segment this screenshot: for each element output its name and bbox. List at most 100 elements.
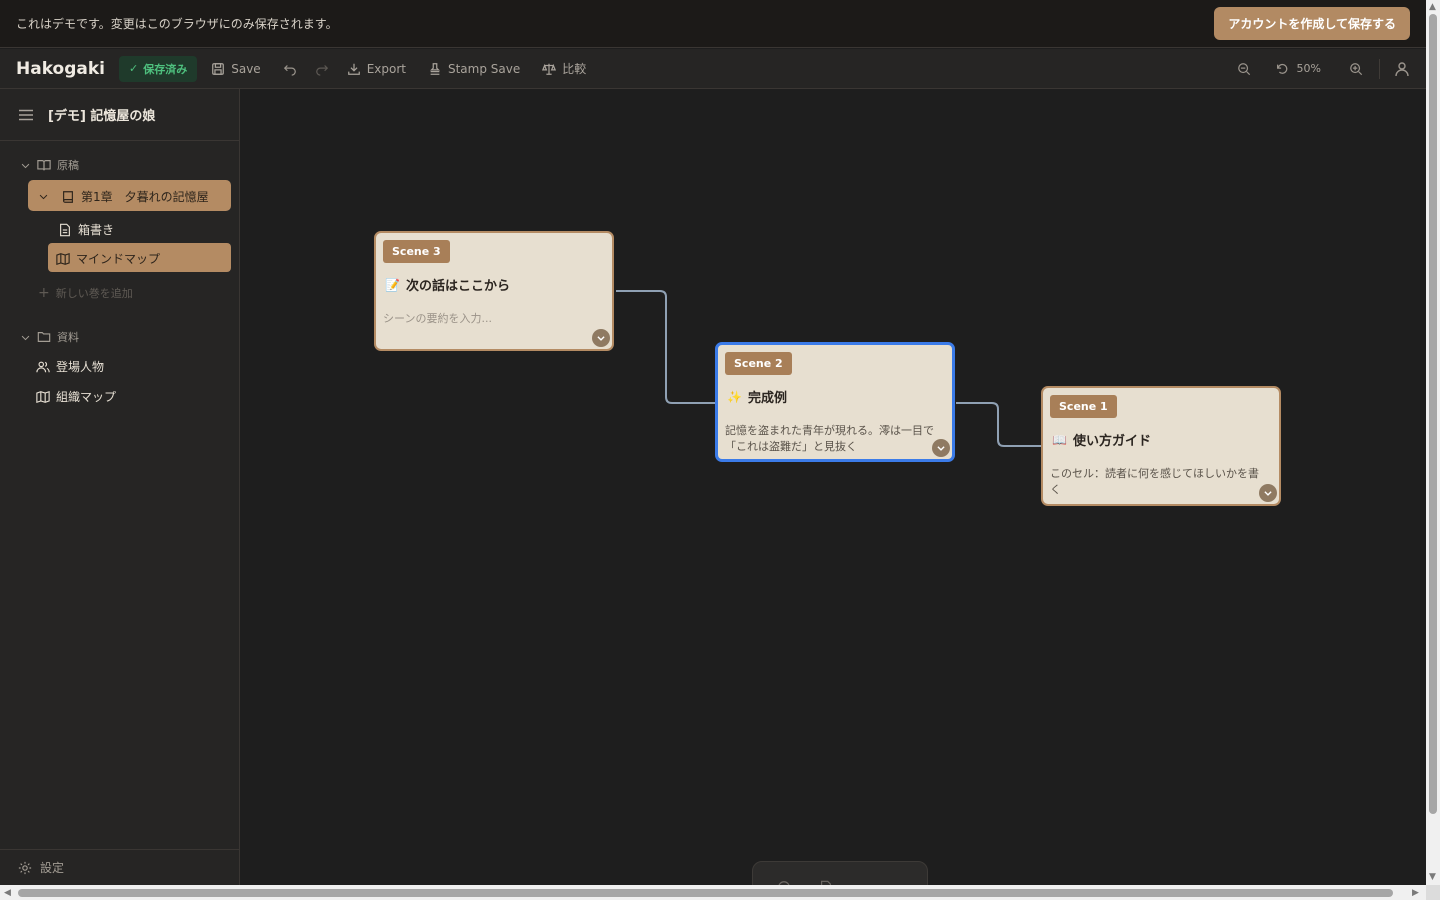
scene-tag: Scene 1	[1050, 395, 1117, 418]
save-label: Save	[231, 61, 261, 76]
tree-hakogaki[interactable]: 箱書き	[58, 221, 114, 238]
scene-summary[interactable]: 記憶を盗まれた青年が現れる。澪は一目で「これは盗難だ」と見抜く	[725, 423, 942, 455]
canvas-bottom-toolbar[interactable]	[752, 861, 928, 885]
chevron-down-icon	[21, 335, 30, 340]
tree-mindmap[interactable]: マインドマップ	[56, 250, 160, 267]
project-title: [デモ] 記憶屋の娘	[48, 109, 156, 124]
zoom-out-icon	[1237, 62, 1250, 75]
export-label: Export	[366, 61, 406, 76]
tree-manuscript[interactable]: 原稿	[20, 157, 79, 173]
expand-button[interactable]	[932, 439, 950, 457]
scene-summary[interactable]: シーンの要約を入力...	[383, 311, 602, 327]
toolbar: Hakogaki ✓ 保存済み Save Export Stamp Save 比…	[0, 49, 1426, 89]
scroll-down-arrow[interactable]: ▼	[1429, 872, 1436, 882]
scale-icon	[542, 63, 557, 75]
stamp-save-label: Stamp Save	[447, 61, 521, 76]
scene-title-text: 次の話はここから	[405, 279, 510, 294]
rotate-ccw-icon	[1276, 63, 1287, 74]
chevron-down-icon	[21, 163, 30, 168]
settings-label: 設定	[40, 861, 65, 875]
plus-icon: +	[38, 285, 50, 301]
scene-title: 📖 使い方ガイド	[1052, 430, 1151, 450]
toolbar-divider	[1379, 58, 1380, 79]
scroll-left-arrow[interactable]: ◀	[4, 888, 11, 898]
menu-icon[interactable]	[18, 107, 34, 123]
users-icon	[36, 361, 50, 372]
chevron-down-icon	[597, 336, 605, 341]
vertical-scrollbar[interactable]: ▲ ▼	[1426, 0, 1440, 886]
export-button[interactable]: Export	[347, 62, 406, 76]
expand-button[interactable]	[1259, 484, 1277, 502]
settings-button[interactable]: 設定	[0, 849, 239, 885]
check-icon: ✓	[129, 62, 139, 75]
redo-icon	[315, 64, 328, 76]
map-icon	[56, 252, 70, 265]
undo-button[interactable]	[283, 62, 297, 76]
app-title: Hakogaki	[16, 58, 106, 79]
redo-button[interactable]	[315, 62, 329, 76]
stamp-save-button[interactable]: Stamp Save	[428, 62, 520, 76]
zoom-in-icon	[1350, 62, 1363, 75]
vertical-scroll-thumb[interactable]	[1429, 14, 1437, 814]
save-button[interactable]: Save	[211, 61, 261, 76]
download-icon	[347, 63, 360, 75]
horizontal-scrollbar[interactable]: ◀ ▶	[0, 885, 1426, 900]
chevron-down-icon	[1264, 491, 1272, 496]
scene-card[interactable]: Scene 1 📖 使い方ガイド このセル：読者に何を感じてほしいかを書く	[1041, 386, 1281, 506]
create-account-button[interactable]: アカウントを作成して保存する	[1214, 7, 1410, 40]
tree-org-map-label: 組織マップ	[56, 390, 117, 404]
demo-banner: これはデモです。変更はこのブラウザにのみ保存されます。 アカウントを作成して保存…	[0, 0, 1426, 48]
gear-icon	[18, 861, 32, 874]
scene-title-text: 完成例	[747, 391, 787, 406]
add-volume-button[interactable]: + 新しい巻を追加	[38, 285, 133, 301]
tree-mindmap-label: マインドマップ	[76, 252, 161, 266]
folder-icon	[37, 332, 51, 342]
chevron-down-icon	[39, 194, 48, 200]
sidebar: [デモ] 記憶屋の娘 原稿 第1章 夕暮れの記憶屋 箱書き マインドマップ + …	[0, 89, 240, 885]
tree-manuscript-label: 原稿	[57, 159, 79, 172]
scene-tag: Scene 3	[383, 240, 450, 263]
scroll-up-arrow[interactable]: ▲	[1429, 2, 1436, 12]
tree-materials[interactable]: 資料	[20, 329, 79, 345]
sidebar-header: [デモ] 記憶屋の娘	[0, 89, 239, 141]
tree-chapter-label: 第1章 夕暮れの記憶屋	[81, 190, 209, 204]
sparkles-icon: ✨	[727, 389, 742, 404]
scene-title: 📝 次の話はここから	[385, 275, 510, 295]
zoom-level: 50%	[1296, 62, 1321, 75]
chevron-down-icon	[937, 446, 945, 451]
reset-zoom-button[interactable]	[1275, 62, 1289, 76]
scene-tag: Scene 2	[725, 352, 792, 375]
connector-scene3-scene2	[616, 290, 716, 404]
tree-hakogaki-label: 箱書き	[78, 223, 115, 237]
scene-title-text: 使い方ガイド	[1072, 434, 1151, 449]
zoom-controls: 50%	[1237, 58, 1410, 79]
zoom-in-button[interactable]	[1349, 62, 1363, 76]
tree-characters[interactable]: 登場人物	[36, 358, 104, 375]
tree-materials-label: 資料	[57, 331, 79, 344]
compare-label: 比較	[562, 62, 587, 76]
stamp-icon	[430, 62, 440, 75]
compare-button[interactable]: 比較	[542, 60, 586, 77]
book-icon	[63, 190, 73, 203]
expand-button[interactable]	[592, 329, 610, 347]
user-icon	[1395, 61, 1409, 76]
memo-icon: 📝	[385, 277, 400, 292]
map-icon	[36, 390, 50, 403]
undo-icon	[283, 64, 296, 76]
scene-summary[interactable]: このセル：読者に何を感じてほしいかを書く	[1050, 466, 1269, 498]
horizontal-scroll-thumb[interactable]	[18, 889, 1393, 897]
scene-card[interactable]: Scene 3 📝 次の話はここから シーンの要約を入力...	[374, 231, 614, 351]
account-button[interactable]	[1394, 61, 1410, 77]
scene-card[interactable]: Scene 2 ✨ 完成例 記憶を盗まれた青年が現れる。澪は一目で「これは盗難だ…	[715, 342, 955, 462]
tree-org-map[interactable]: 組織マップ	[36, 388, 116, 405]
scrollbar-corner	[1426, 885, 1440, 900]
mindmap-canvas[interactable]: Scene 3 📝 次の話はここから シーンの要約を入力... Scene 2 …	[240, 89, 1426, 885]
scene-title: ✨ 完成例	[727, 387, 787, 407]
open-book-icon	[37, 160, 51, 171]
tree-chapter-1[interactable]: 第1章 夕暮れの記憶屋	[38, 188, 209, 205]
scroll-right-arrow[interactable]: ▶	[1412, 888, 1419, 898]
floppy-disk-icon	[212, 62, 225, 75]
saved-status-label: 保存済み	[143, 62, 188, 76]
zoom-out-button[interactable]	[1237, 62, 1251, 76]
tree-characters-label: 登場人物	[56, 360, 105, 374]
